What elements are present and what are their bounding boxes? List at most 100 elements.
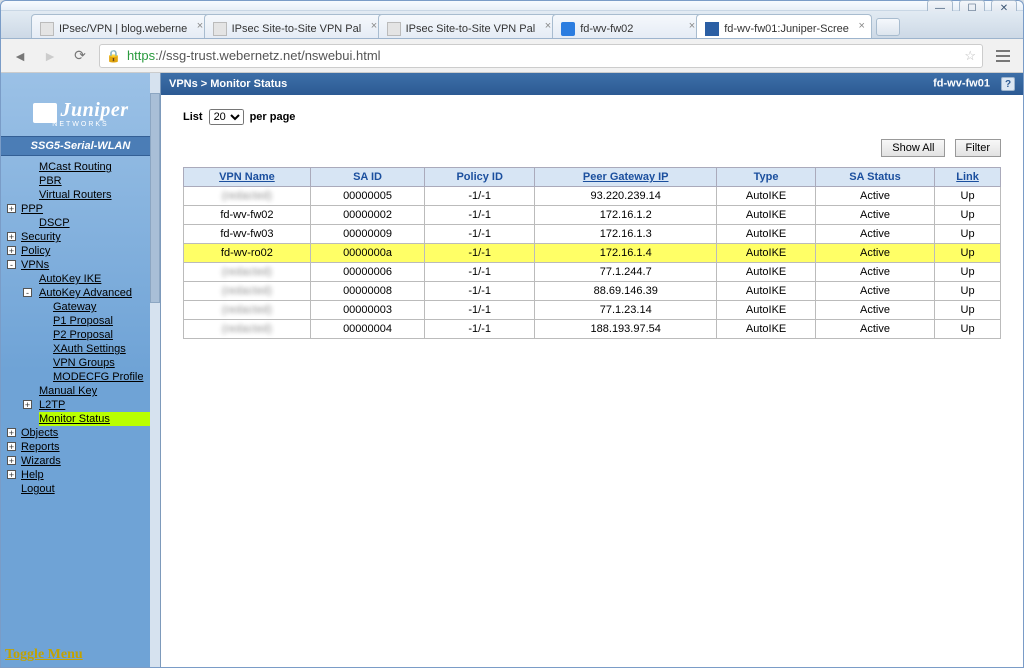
col-sa-id: SA ID <box>310 168 424 187</box>
expand-icon[interactable]: + <box>7 456 16 465</box>
browser-tab-active[interactable]: fd-wv-fw01:Juniper-Scree× <box>696 14 872 38</box>
nav-reports[interactable]: Reports <box>21 440 160 454</box>
close-icon[interactable]: × <box>197 20 203 32</box>
nav-policy[interactable]: Policy <box>21 244 160 258</box>
cell-policy-id: -1/-1 <box>425 244 535 263</box>
cell-vpn-name: (redacted) <box>184 187 311 206</box>
expand-icon[interactable]: + <box>7 470 16 479</box>
cell-policy-id: -1/-1 <box>425 225 535 244</box>
browser-tab[interactable]: fd-wv-fw02× <box>552 14 702 38</box>
browser-tabstrip: IPsec/VPN | blog.weberne × IPsec Site-to-… <box>1 11 1023 39</box>
expand-icon[interactable]: + <box>7 442 16 451</box>
col-peer-gateway[interactable]: Peer Gateway IP <box>583 171 669 183</box>
cell-link: Up <box>935 187 1001 206</box>
cell-link: Up <box>935 282 1001 301</box>
tab-title: IPsec/VPN | blog.weberne <box>59 23 187 35</box>
nav-manual-key[interactable]: Manual Key <box>39 384 160 398</box>
expand-icon[interactable]: + <box>7 246 16 255</box>
col-sa-status: SA Status <box>815 168 934 187</box>
nav-tree: MCast Routing PBR Virtual Routers + PPP D… <box>1 160 160 496</box>
sidebar: Juniper NETWORKS SSG5-Serial-WLAN MCast … <box>1 73 161 667</box>
nav-security[interactable]: Security <box>21 230 160 244</box>
tab-title: IPsec Site-to-Site VPN Pal <box>406 23 536 35</box>
nav-xauth-settings[interactable]: XAuth Settings <box>53 342 160 356</box>
cell-peer: 77.1.244.7 <box>535 263 717 282</box>
cell-sa-id: 00000005 <box>310 187 424 206</box>
nav-vpn-groups[interactable]: VPN Groups <box>53 356 160 370</box>
nav-ppp[interactable]: PPP <box>21 202 160 216</box>
nav-help[interactable]: Help <box>21 468 160 482</box>
collapse-icon[interactable]: - <box>7 260 16 269</box>
col-link[interactable]: Link <box>956 171 979 183</box>
expand-icon[interactable]: + <box>23 400 32 409</box>
cell-status: Active <box>815 244 934 263</box>
close-icon[interactable]: × <box>858 20 864 32</box>
expand-icon[interactable]: + <box>7 232 16 241</box>
nav-pbr[interactable]: PBR <box>39 174 160 188</box>
cell-policy-id: -1/-1 <box>425 187 535 206</box>
col-vpn-name[interactable]: VPN Name <box>219 171 275 183</box>
url-input[interactable]: 🔒 https://ssg-trust.webernetz.net/nswebu… <box>99 44 983 68</box>
back-button[interactable]: ◄ <box>9 45 31 67</box>
help-icon[interactable]: ? <box>1001 77 1015 91</box>
close-icon[interactable]: × <box>545 20 551 32</box>
nav-modecfg[interactable]: MODECFG Profile <box>53 370 160 384</box>
expand-icon[interactable]: + <box>7 204 16 213</box>
favicon-icon <box>213 22 226 36</box>
favicon-icon <box>40 22 54 36</box>
cell-status: Active <box>815 263 934 282</box>
toggle-menu-link[interactable]: Toggle Menu <box>5 647 83 663</box>
close-icon[interactable]: × <box>689 20 695 32</box>
chrome-menu-button[interactable] <box>991 45 1015 67</box>
nav-autokey-advanced[interactable]: AutoKey Advanced <box>39 286 160 300</box>
nav-wizards[interactable]: Wizards <box>21 454 160 468</box>
sidebar-scrollbar[interactable] <box>150 73 160 667</box>
cell-vpn-name: fd-wv-fw03 <box>184 225 311 244</box>
nav-p1-proposal[interactable]: P1 Proposal <box>53 314 160 328</box>
vpn-status-table: VPN Name SA ID Policy ID Peer Gateway IP… <box>183 167 1001 339</box>
nav-virtual-routers[interactable]: Virtual Routers <box>39 188 160 202</box>
table-row: (redacted)00000008-1/-188.69.146.39AutoI… <box>184 282 1001 301</box>
nav-dscp[interactable]: DSCP <box>39 216 160 230</box>
cell-sa-id: 00000003 <box>310 301 424 320</box>
breadcrumb: VPNs > Monitor Status <box>169 78 287 90</box>
brand-sub: NETWORKS <box>9 121 152 128</box>
expand-icon[interactable]: + <box>7 428 16 437</box>
nav-vpns[interactable]: VPNs <box>21 258 160 272</box>
collapse-icon[interactable]: - <box>23 288 32 297</box>
cell-status: Active <box>815 187 934 206</box>
titlebar: — ☐ ✕ <box>1 1 1023 11</box>
cell-peer: 188.193.97.54 <box>535 320 717 339</box>
nav-monitor-status[interactable]: Monitor Status <box>39 412 160 426</box>
nav-p2-proposal[interactable]: P2 Proposal <box>53 328 160 342</box>
cell-vpn-name: fd-wv-ro02 <box>184 244 311 263</box>
forward-button[interactable]: ► <box>39 45 61 67</box>
new-tab-button[interactable] <box>876 18 900 36</box>
cell-status: Active <box>815 320 934 339</box>
address-bar: ◄ ► ⟳ 🔒 https://ssg-trust.webernetz.net/… <box>1 39 1023 73</box>
show-all-button[interactable]: Show All <box>881 139 945 157</box>
reload-button[interactable]: ⟳ <box>69 45 91 67</box>
cell-peer: 172.16.1.2 <box>535 206 717 225</box>
cell-sa-id: 00000009 <box>310 225 424 244</box>
nav-logout[interactable]: Logout <box>21 482 160 496</box>
browser-tab[interactable]: IPsec Site-to-Site VPN Pal× <box>204 14 384 38</box>
bookmark-icon[interactable]: ☆ <box>964 48 976 64</box>
nav-objects[interactable]: Objects <box>21 426 160 440</box>
close-icon[interactable]: × <box>371 20 377 32</box>
col-policy-id: Policy ID <box>425 168 535 187</box>
nav-autokey-ike[interactable]: AutoKey IKE <box>39 272 160 286</box>
cell-link: Up <box>935 206 1001 225</box>
filter-button[interactable]: Filter <box>955 139 1001 157</box>
nav-l2tp[interactable]: L2TP <box>39 398 160 412</box>
browser-tab[interactable]: IPsec/VPN | blog.weberne × <box>31 14 210 38</box>
cell-status: Active <box>815 225 934 244</box>
per-page-select[interactable]: 20 <box>209 109 244 125</box>
cell-status: Active <box>815 301 934 320</box>
browser-tab[interactable]: IPsec Site-to-Site VPN Pal × <box>378 14 558 38</box>
scrollbar-thumb[interactable] <box>150 93 160 303</box>
nav-gateway[interactable]: Gateway <box>53 300 160 314</box>
nav-mcast-routing[interactable]: MCast Routing <box>39 160 160 174</box>
cell-link: Up <box>935 263 1001 282</box>
url-path: ://ssg-trust.webernetz.net/nswebui.html <box>155 48 380 63</box>
